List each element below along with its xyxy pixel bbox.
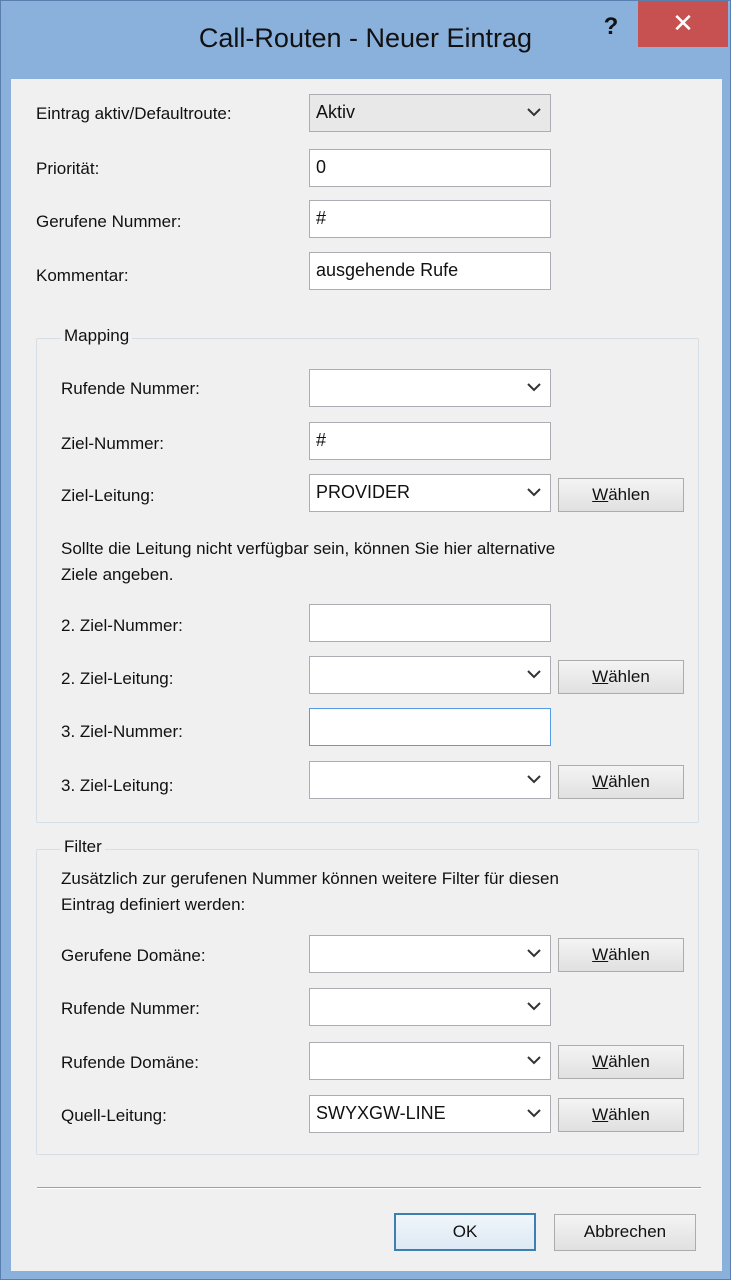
target-number-field[interactable]: # bbox=[309, 422, 551, 460]
active-label: Eintrag aktiv/Defaultroute: bbox=[36, 104, 232, 123]
source-line-value: SWYXGW-LINE bbox=[316, 1103, 446, 1123]
target3-number-label: 3. Ziel-Nummer: bbox=[61, 722, 183, 741]
chevron-down-icon bbox=[527, 670, 541, 679]
chevron-down-icon bbox=[527, 383, 541, 392]
separator bbox=[37, 1187, 701, 1189]
chevron-down-icon bbox=[527, 1056, 541, 1065]
target2-line-label: 2. Ziel-Leitung: bbox=[61, 669, 174, 688]
ok-button[interactable]: OK bbox=[394, 1213, 536, 1251]
mapping-group-title: Mapping bbox=[61, 326, 133, 346]
target3-line-choose-button[interactable]: Wählen bbox=[558, 765, 684, 799]
comment-label: Kommentar: bbox=[36, 266, 129, 285]
called-number-field[interactable]: # bbox=[309, 200, 551, 238]
close-icon: ✕ bbox=[672, 8, 694, 38]
calling-domain-select[interactable] bbox=[309, 1042, 551, 1080]
target-number-label: Ziel-Nummer: bbox=[61, 434, 164, 453]
chevron-down-icon bbox=[527, 1002, 541, 1011]
cancel-button[interactable]: Abbrechen bbox=[554, 1214, 696, 1251]
help-button[interactable]: ? bbox=[591, 7, 631, 47]
chevron-down-icon bbox=[527, 488, 541, 497]
target-line-label: Ziel-Leitung: bbox=[61, 486, 155, 505]
title-bar: Call-Routen - Neuer Eintrag ? ✕ bbox=[1, 1, 730, 79]
comment-field[interactable]: ausgehende Rufe bbox=[309, 252, 551, 290]
filter-info-text: Zusätzlich zur gerufenen Nummer können w… bbox=[61, 869, 559, 914]
source-line-select[interactable]: SWYXGW-LINE bbox=[309, 1095, 551, 1133]
close-button[interactable]: ✕ bbox=[638, 1, 728, 47]
target-line-select[interactable]: PROVIDER bbox=[309, 474, 551, 512]
priority-label: Priorität: bbox=[36, 159, 100, 178]
mapping-info-text: Sollte die Leitung nicht verfügbar sein,… bbox=[61, 539, 556, 584]
called-number-label: Gerufene Nummer: bbox=[36, 212, 182, 231]
active-select[interactable]: Aktiv bbox=[309, 94, 551, 132]
mapping-calling-number-select[interactable] bbox=[309, 369, 551, 407]
called-domain-select[interactable] bbox=[309, 935, 551, 973]
filter-calling-number-select[interactable] bbox=[309, 988, 551, 1026]
active-select-value: Aktiv bbox=[316, 102, 356, 122]
target2-number-label: 2. Ziel-Nummer: bbox=[61, 616, 183, 635]
calling-domain-choose-button[interactable]: Wählen bbox=[558, 1045, 684, 1079]
chevron-down-icon bbox=[527, 108, 541, 117]
target2-number-field[interactable] bbox=[309, 604, 551, 642]
dialog-body: Eintrag aktiv/Defaultroute: Aktiv Priori… bbox=[11, 79, 722, 1271]
source-line-choose-button[interactable]: Wählen bbox=[558, 1098, 684, 1132]
chevron-down-icon bbox=[527, 1109, 541, 1118]
chevron-down-icon bbox=[527, 775, 541, 784]
priority-field[interactable]: 0 bbox=[309, 149, 551, 187]
target2-line-select[interactable] bbox=[309, 656, 551, 694]
calling-domain-label: Rufende Domäne: bbox=[61, 1053, 199, 1072]
target2-line-choose-button[interactable]: Wählen bbox=[558, 660, 684, 694]
chevron-down-icon bbox=[527, 949, 541, 958]
source-line-label: Quell-Leitung: bbox=[61, 1106, 167, 1125]
target-line-choose-button[interactable]: Wählen bbox=[558, 478, 684, 512]
dialog-window: Call-Routen - Neuer Eintrag ? ✕ Eintrag … bbox=[0, 0, 731, 1280]
called-domain-choose-button[interactable]: Wählen bbox=[558, 938, 684, 972]
mapping-calling-number-label: Rufende Nummer: bbox=[61, 379, 200, 398]
called-domain-label: Gerufene Domäne: bbox=[61, 946, 206, 965]
filter-calling-number-label: Rufende Nummer: bbox=[61, 999, 200, 1018]
target3-line-select[interactable] bbox=[309, 761, 551, 799]
filter-group-title: Filter bbox=[61, 837, 105, 857]
target-line-value: PROVIDER bbox=[316, 482, 411, 502]
target3-line-label: 3. Ziel-Leitung: bbox=[61, 776, 174, 795]
target3-number-field[interactable] bbox=[309, 708, 551, 746]
